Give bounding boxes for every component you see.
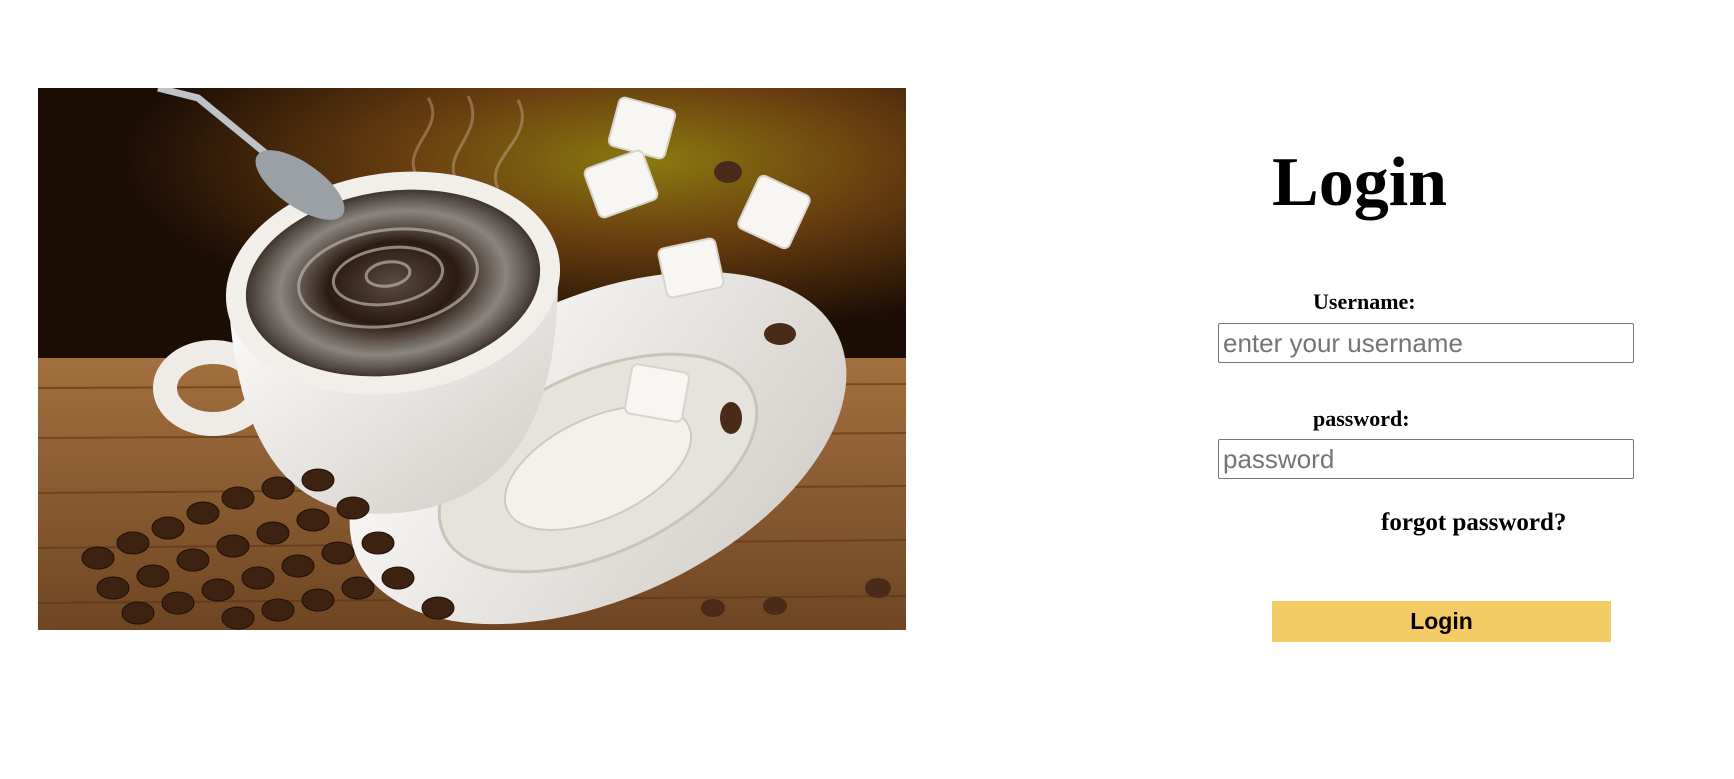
coffee-cup-illustration <box>38 88 906 630</box>
login-title: Login <box>1272 144 1448 221</box>
hero-coffee-image <box>38 88 906 630</box>
password-label: password: <box>1313 406 1410 431</box>
username-label: Username: <box>1313 289 1416 314</box>
forgot-password-link[interactable]: forgot password? <box>1381 508 1566 538</box>
login-button[interactable]: Login <box>1272 601 1611 642</box>
username-input[interactable] <box>1218 323 1634 363</box>
password-input[interactable] <box>1218 439 1634 479</box>
